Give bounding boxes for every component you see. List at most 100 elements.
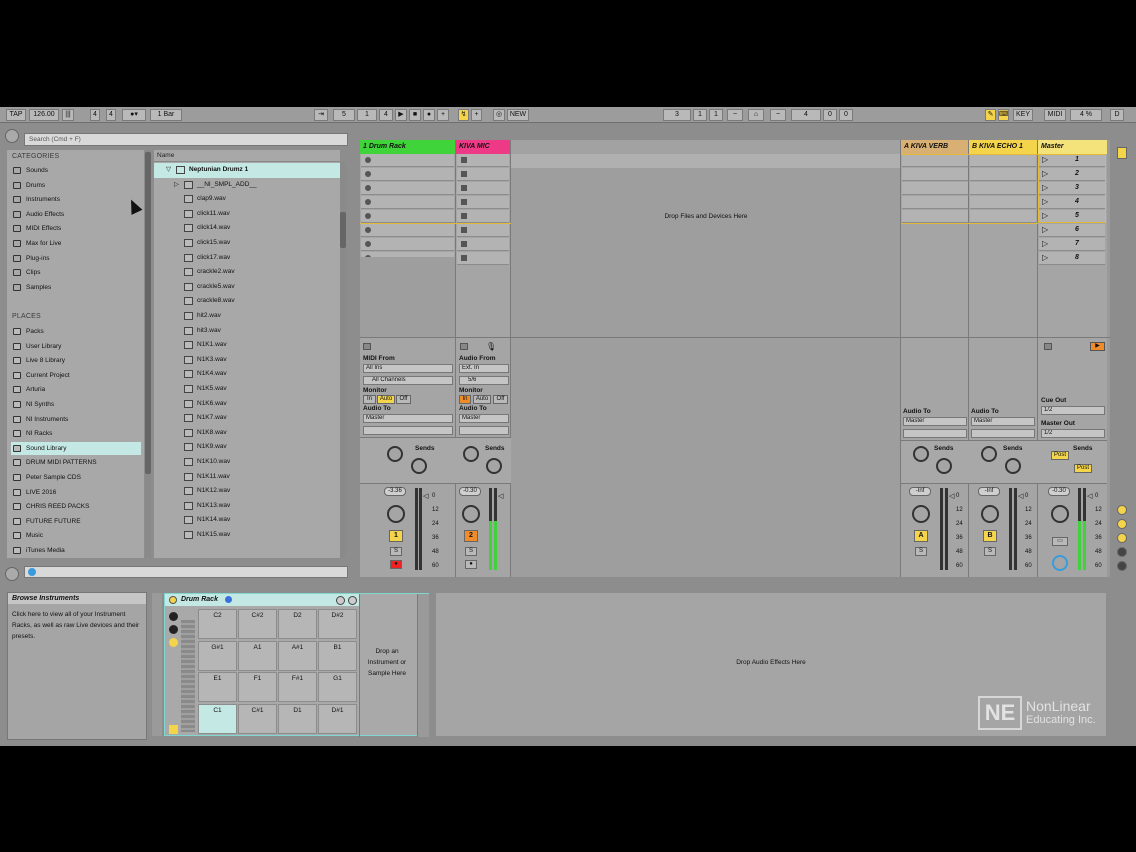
tempo-field[interactable]: 126.00	[29, 109, 59, 121]
place-item[interactable]: NI Instruments	[11, 413, 141, 426]
place-item[interactable]: Music	[11, 529, 141, 542]
audio-to-select[interactable]: Master	[903, 417, 967, 426]
drum-pad[interactable]: D1	[278, 703, 317, 734]
drum-pad[interactable]: F#1	[278, 672, 317, 702]
chain-toggle-icon[interactable]	[169, 625, 178, 634]
clip-slot[interactable]	[457, 238, 509, 251]
volume-field[interactable]: -0.30	[459, 487, 481, 496]
drum-pad[interactable]: A#1	[278, 640, 317, 671]
re-enable-icon[interactable]: +	[471, 109, 482, 121]
scene-launch-icon[interactable]: ▷	[1042, 225, 1048, 234]
quantize-select[interactable]: 1 Bar	[150, 109, 182, 121]
file-item[interactable]: crackle8.wav	[154, 294, 340, 309]
file-item[interactable]: click15.wav	[154, 236, 340, 251]
file-item[interactable]: N1K7.wav	[154, 411, 340, 426]
punch-in-icon[interactable]: ~	[727, 109, 743, 121]
clip-slot[interactable]	[457, 224, 509, 237]
track-title[interactable]: KIVA MIC	[456, 140, 510, 154]
rack-title[interactable]: Drum Rack	[165, 594, 359, 606]
audio-to-channel-select[interactable]	[459, 426, 509, 435]
file-item[interactable]: crackle5.wav	[154, 280, 340, 295]
drum-pad[interactable]: C2	[198, 609, 237, 639]
place-item[interactable]: CHRIS REED PACKS	[11, 500, 141, 513]
scene-slot[interactable]: ▷ 8	[1039, 252, 1105, 265]
place-item[interactable]: Sound Library	[11, 441, 141, 455]
audio-from-select[interactable]: Ext. In	[459, 364, 509, 373]
drum-pad[interactable]: F1	[238, 672, 277, 702]
file-item[interactable]: N1K1.wav	[154, 338, 340, 353]
place-item[interactable]: Arturia	[11, 383, 141, 396]
audio-to-select[interactable]: Master	[459, 414, 509, 423]
device-settings-icon[interactable]	[336, 596, 345, 605]
file-item[interactable]: click11.wav	[154, 207, 340, 222]
loop-length-sixteenth[interactable]: 0	[839, 109, 853, 121]
arrangement-bar[interactable]: 5	[333, 109, 355, 121]
files-scrollbar[interactable]	[340, 162, 346, 558]
place-item[interactable]: Current Project	[11, 369, 141, 382]
clip-slot[interactable]	[361, 224, 454, 237]
fader-arrow-icon[interactable]: ◁	[423, 492, 428, 500]
input-channel-select[interactable]: 5/6	[459, 376, 509, 385]
input-toggle-icon[interactable]	[169, 725, 178, 734]
file-item[interactable]: N1K14.wav	[154, 513, 340, 528]
track-title[interactable]: B KIVA ECHO 1	[969, 140, 1037, 154]
category-item[interactable]: Instruments	[11, 193, 141, 206]
stop-all-clips-icon[interactable]	[1044, 343, 1052, 350]
draw-mode-icon[interactable]: ✎	[985, 109, 996, 121]
drum-pad[interactable]: C#2	[238, 609, 277, 639]
scene-launch-icon[interactable]: ▷	[1042, 253, 1048, 262]
clip-slot[interactable]	[457, 252, 509, 265]
send-a-knob[interactable]	[981, 446, 997, 462]
post-button[interactable]: Post	[1074, 464, 1092, 473]
audio-to-select[interactable]: Master	[363, 414, 453, 423]
device-power-icon[interactable]	[169, 596, 177, 604]
monitor-auto-button[interactable]: Auto	[473, 395, 491, 404]
send-a-knob[interactable]	[913, 446, 929, 462]
category-item[interactable]: Audio Effects	[11, 208, 141, 221]
post-button[interactable]: Post	[1051, 451, 1069, 460]
subfolder-row[interactable]: ▷ __NI_SMPL_ADD__	[154, 178, 340, 193]
save-preset-icon[interactable]	[348, 596, 357, 605]
drum-pad[interactable]: G1	[318, 672, 357, 702]
place-item[interactable]: Live 8 Library	[11, 354, 141, 367]
solo-button[interactable]: S	[984, 547, 996, 556]
track-title[interactable]: A KIVA VERB	[901, 140, 968, 154]
file-item[interactable]: N1K11.wav	[154, 470, 340, 485]
pad-overview[interactable]	[181, 620, 195, 732]
file-item[interactable]: N1K8.wav	[154, 426, 340, 441]
file-item[interactable]: hit3.wav	[154, 324, 340, 339]
nudge-icon[interactable]: |||	[62, 109, 74, 121]
clip-stop-icon[interactable]	[461, 241, 467, 247]
drum-pad[interactable]: A1	[238, 640, 277, 671]
mixer-toggle-icon[interactable]	[1117, 547, 1127, 557]
arrangement-beat[interactable]: 1	[357, 109, 377, 121]
track-state-icon[interactable]	[460, 343, 468, 350]
loop-start-bar[interactable]: 3	[663, 109, 691, 121]
category-item[interactable]: Max for Live	[11, 237, 141, 250]
scene-launch-icon[interactable]: ▷	[1042, 239, 1048, 248]
place-item[interactable]: User Library	[11, 340, 141, 353]
loop-start-beat[interactable]: 1	[693, 109, 707, 121]
solo-button[interactable]: S	[390, 547, 402, 556]
drum-pad[interactable]: C1	[198, 703, 237, 734]
file-item[interactable]: N1K10.wav	[154, 455, 340, 470]
place-item[interactable]: NI Synths	[11, 398, 141, 411]
hot-swap-icon[interactable]	[225, 596, 232, 603]
clip-stop-icon[interactable]	[461, 227, 467, 233]
automation-arm-icon[interactable]: ↯	[458, 109, 469, 121]
send-b-knob[interactable]	[486, 458, 502, 474]
scene-slot[interactable]: ▷ 6	[1039, 224, 1105, 237]
folder-row[interactable]: ▽ Neptunian Drumz 1	[154, 163, 340, 178]
loop-icon[interactable]: ⌂	[748, 109, 764, 121]
send-b-knob[interactable]	[1005, 458, 1021, 474]
track-title[interactable]: Master	[1038, 140, 1107, 154]
file-item[interactable]: hit2.wav	[154, 309, 340, 324]
sends-toggle-icon[interactable]	[1117, 519, 1127, 529]
key-map-button[interactable]: KEY	[1013, 109, 1033, 121]
solo-button[interactable]: S	[915, 547, 927, 556]
drop-zone[interactable]: Drop Files and Devices Here	[511, 140, 901, 577]
overdub-icon[interactable]: +	[437, 109, 449, 121]
pan-knob[interactable]	[1051, 505, 1069, 523]
sidebar-scrollbar[interactable]	[145, 150, 151, 558]
track-title[interactable]: 1 Drum Rack	[360, 140, 455, 154]
